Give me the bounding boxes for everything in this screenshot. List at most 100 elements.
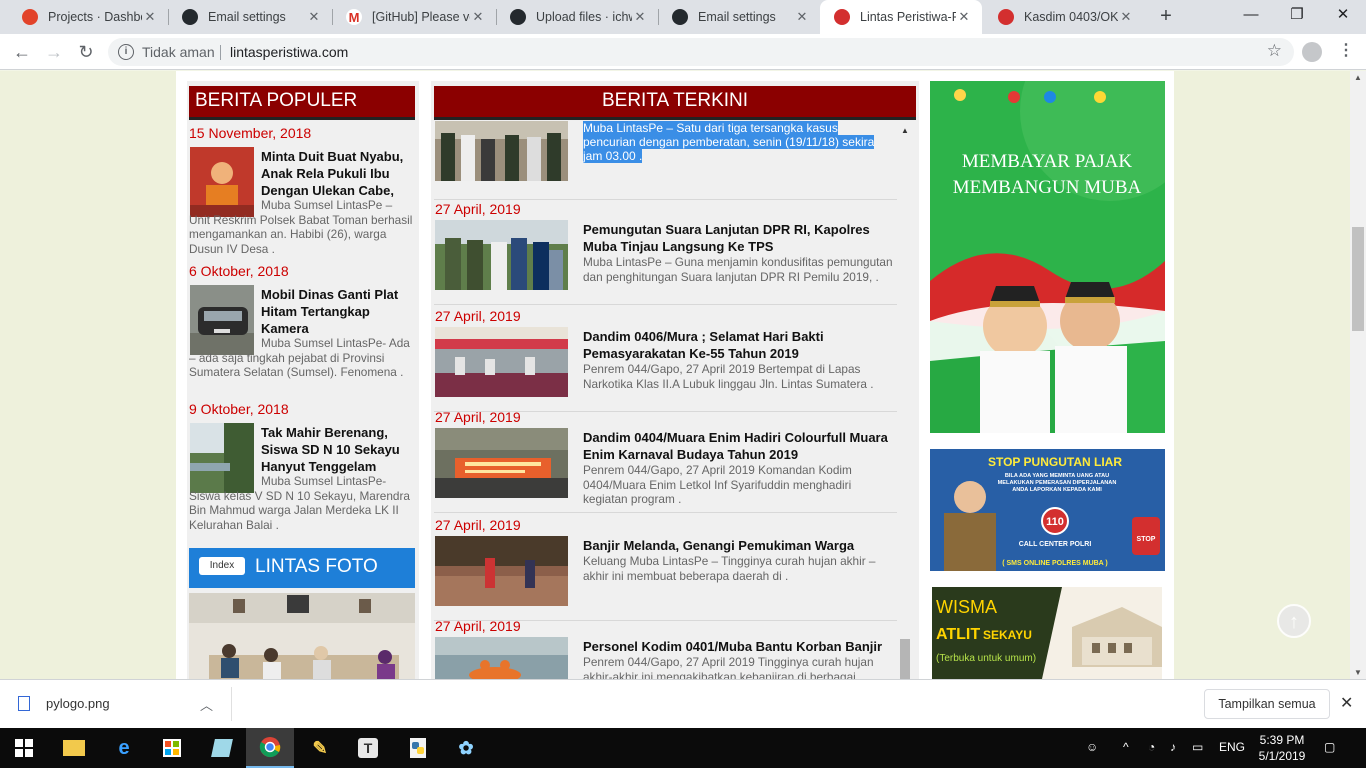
svg-text:MEMBAYAR PAJAK: MEMBAYAR PAJAK bbox=[962, 151, 1132, 172]
new-tab-icon[interactable]: + bbox=[1155, 5, 1177, 27]
notification-icon[interactable]: ▢ bbox=[1324, 740, 1335, 754]
news-item[interactable]: 27 April, 2019 Dandim 0404/Muara Enim Ha… bbox=[434, 409, 899, 513]
show-all-downloads-button[interactable]: Tampilkan semua bbox=[1204, 689, 1330, 719]
news-thumbnail[interactable] bbox=[435, 428, 568, 498]
scroll-down-icon[interactable]: ▼ bbox=[1354, 668, 1362, 677]
volume-icon[interactable]: ♪ bbox=[1170, 740, 1176, 754]
news-thumbnail[interactable] bbox=[435, 536, 568, 606]
python-file-icon[interactable] bbox=[394, 728, 442, 768]
back-icon[interactable]: ← bbox=[10, 40, 34, 64]
profile-avatar[interactable] bbox=[1302, 42, 1322, 62]
page-scroll-thumb[interactable] bbox=[1352, 227, 1364, 331]
close-icon[interactable]: ✕ bbox=[794, 9, 810, 25]
file-explorer-icon[interactable] bbox=[50, 728, 98, 768]
popular-news-column: BERITA POPULER 15 November, 2018 Minta D… bbox=[187, 81, 419, 679]
latest-news-feed[interactable]: Muba LintasPe – Satu dari tiga tersangka… bbox=[434, 121, 914, 679]
address-bar[interactable]: i Tidak aman lintasperistiwa.com ☆ bbox=[108, 38, 1294, 66]
tab-email-settings-2[interactable]: Email settings ✕ bbox=[658, 0, 820, 34]
security-label: Tidak aman bbox=[142, 44, 215, 60]
clock[interactable]: 5:39 PM 5/1/2019 bbox=[1252, 732, 1312, 764]
close-icon[interactable]: ✕ bbox=[142, 9, 158, 25]
download-item[interactable]: pylogo.png bbox=[18, 696, 218, 711]
page-viewport: BERITA POPULER 15 November, 2018 Minta D… bbox=[0, 71, 1366, 679]
chrome-icon[interactable] bbox=[246, 728, 294, 768]
close-icon[interactable]: ✕ bbox=[1118, 9, 1134, 25]
news-thumbnail[interactable] bbox=[435, 327, 568, 397]
chevron-up-icon[interactable]: ︿ bbox=[200, 695, 213, 714]
news-item[interactable]: 27 April, 2019 Dandim 0406/Mura ; Selama… bbox=[434, 308, 899, 412]
tool-icon[interactable]: ✎ bbox=[296, 728, 344, 768]
wisma-atlit-banner[interactable]: WISMA ATLIT SEKAYU (Terbuka untuk umum) bbox=[932, 587, 1162, 679]
menu-icon[interactable]: ⋮ bbox=[1338, 40, 1354, 60]
tab-gitlab-projects[interactable]: Projects · Dashboa ✕ bbox=[8, 0, 168, 34]
browser-toolbar: ← → ↻ i Tidak aman lintasperistiwa.com ☆… bbox=[0, 34, 1366, 70]
news-item[interactable]: Muba LintasPe – Satu dari tiga tersangka… bbox=[434, 121, 899, 200]
popular-item[interactable]: 15 November, 2018 Minta Duit Buat Nyabu,… bbox=[189, 125, 415, 261]
svg-text:SEKAYU: SEKAYU bbox=[983, 628, 1032, 642]
scroll-up-icon[interactable]: ▲ bbox=[901, 126, 909, 135]
svg-text:110: 110 bbox=[1046, 516, 1064, 528]
scroll-up-icon[interactable]: ▲ bbox=[1354, 73, 1362, 82]
star-icon[interactable]: ☆ bbox=[1267, 41, 1282, 61]
close-icon[interactable]: ✕ bbox=[306, 9, 322, 25]
stop-pungli-banner[interactable]: STOP 110 STOP PUNGUTAN LIAR BILA ADA YAN… bbox=[930, 449, 1165, 571]
close-icon[interactable]: ✕ bbox=[956, 9, 972, 25]
wifi-icon[interactable]: ◔ bbox=[1148, 740, 1155, 754]
edge-icon[interactable]: e bbox=[100, 728, 148, 768]
lintas-foto-image[interactable] bbox=[189, 593, 415, 679]
svg-text:MEMBANGUN MUBA: MEMBANGUN MUBA bbox=[953, 177, 1142, 198]
feed-scrollbar[interactable]: ▲ bbox=[897, 123, 913, 679]
news-thumbnail[interactable] bbox=[435, 637, 568, 679]
tab-lintas-peristiwa[interactable]: Lintas Peristiwa-Po ✕ bbox=[820, 0, 982, 34]
browser-tab-strip: Projects · Dashboa ✕ Email settings ✕ M … bbox=[0, 0, 1366, 34]
file-icon bbox=[18, 696, 30, 711]
language-indicator[interactable]: ENG bbox=[1219, 740, 1245, 754]
info-icon[interactable]: i bbox=[118, 44, 134, 60]
news-item[interactable]: 27 April, 2019 Personel Kodim 0401/Muba … bbox=[434, 618, 899, 679]
feed-scroll-thumb[interactable] bbox=[900, 639, 910, 679]
store-icon[interactable] bbox=[148, 728, 196, 768]
lintas-foto-banner[interactable]: Index LINTAS FOTO bbox=[189, 548, 415, 588]
popular-item[interactable]: 6 Oktober, 2018 Mobil Dinas Ganti Plat H… bbox=[189, 263, 415, 399]
paint-icon[interactable]: ✿ bbox=[442, 728, 490, 768]
index-button[interactable]: Index bbox=[199, 557, 245, 575]
close-icon[interactable]: ✕ bbox=[632, 9, 648, 25]
close-icon[interactable]: ✕ bbox=[470, 9, 486, 25]
tab-email-settings-1[interactable]: Email settings ✕ bbox=[168, 0, 332, 34]
news-thumbnail[interactable] bbox=[435, 220, 568, 290]
svg-text:ATLIT: ATLIT bbox=[936, 626, 980, 643]
pajak-banner[interactable]: MEMBAYAR PAJAK MEMBANGUN MUBA bbox=[930, 81, 1165, 433]
lintas-icon bbox=[998, 9, 1014, 25]
people-icon[interactable]: ☺ bbox=[1086, 740, 1098, 754]
reload-icon[interactable]: ↻ bbox=[74, 40, 98, 64]
news-item[interactable]: 27 April, 2019 Pemungutan Suara Lanjutan… bbox=[434, 201, 899, 305]
tab-github-verify[interactable]: M [GitHub] Please ve ✕ bbox=[332, 0, 496, 34]
tab-kasdim[interactable]: Kasdim 0403/OKU ✕ bbox=[984, 0, 1144, 34]
svg-text:WISMA: WISMA bbox=[936, 597, 997, 617]
page-scrollbar[interactable]: ▲ ▼ bbox=[1350, 71, 1366, 679]
news-item[interactable]: 27 April, 2019 Banjir Melanda, Genangi P… bbox=[434, 517, 899, 621]
tab-upload-files[interactable]: Upload files · ichw ✕ bbox=[496, 0, 658, 34]
github-icon bbox=[510, 9, 526, 25]
ads-column: MEMBAYAR PAJAK MEMBANGUN MUBA STOP 110 S… bbox=[929, 81, 1165, 679]
close-window-icon[interactable]: ✕ bbox=[1320, 0, 1366, 32]
github-icon bbox=[182, 9, 198, 25]
lintas-foto-label: LINTAS FOTO bbox=[255, 556, 378, 577]
windows-start-icon[interactable] bbox=[0, 728, 48, 768]
typora-icon[interactable]: T bbox=[344, 728, 392, 768]
chevron-up-icon[interactable]: ^ bbox=[1123, 740, 1129, 754]
minimize-icon[interactable]: — bbox=[1228, 0, 1274, 32]
notes-icon[interactable] bbox=[198, 728, 246, 768]
url-text[interactable]: lintasperistiwa.com bbox=[230, 44, 348, 60]
svg-text:(Terbuka untuk umum): (Terbuka untuk umum) bbox=[936, 653, 1036, 664]
gmail-icon: M bbox=[346, 9, 362, 25]
svg-text:STOP: STOP bbox=[1137, 536, 1156, 543]
scroll-to-top-button[interactable]: ↑ bbox=[1277, 604, 1311, 638]
close-download-bar-icon[interactable]: ✕ bbox=[1340, 693, 1353, 713]
battery-icon[interactable]: ▭ bbox=[1192, 740, 1203, 754]
restore-icon[interactable]: ❐ bbox=[1274, 0, 1320, 32]
forward-icon[interactable]: → bbox=[42, 40, 66, 64]
lintas-icon bbox=[834, 9, 850, 25]
news-thumbnail[interactable] bbox=[435, 121, 568, 181]
popular-item[interactable]: 9 Oktober, 2018 Tak Mahir Berenang, Sisw… bbox=[189, 401, 415, 537]
